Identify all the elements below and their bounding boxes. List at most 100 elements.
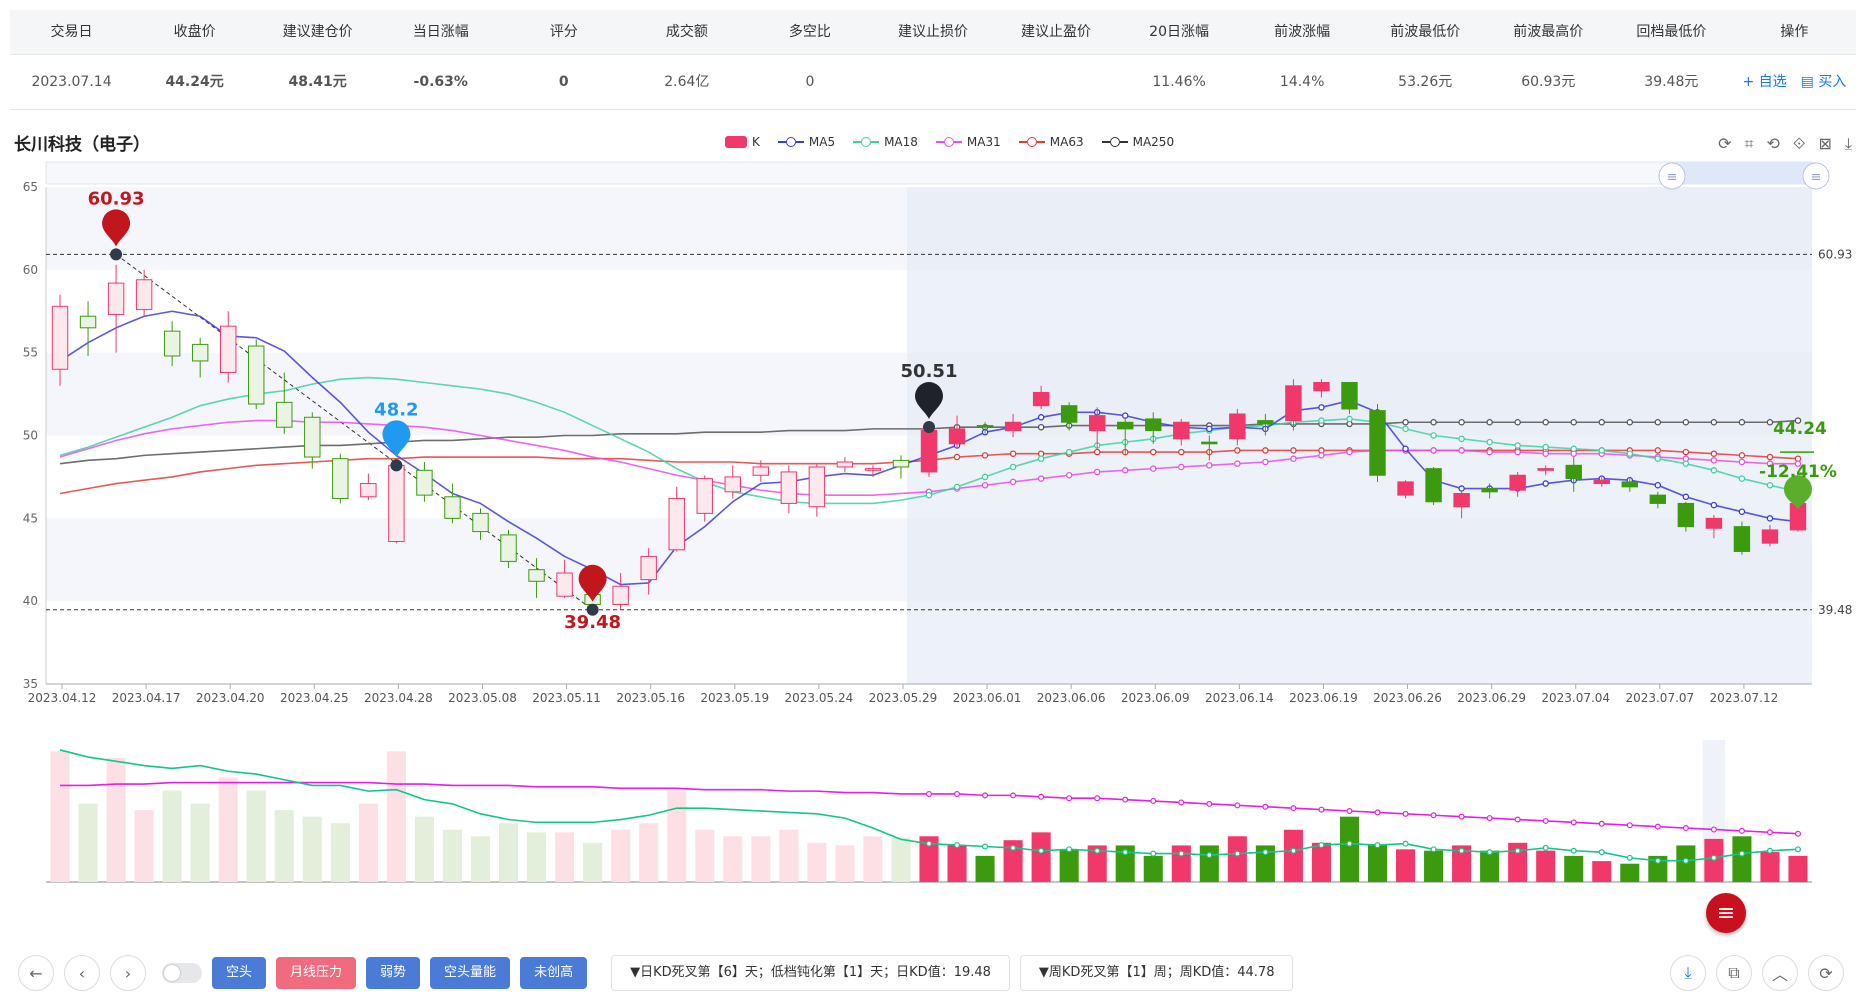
volume-bar [583, 842, 603, 882]
volume-ma-short-point [1766, 847, 1773, 854]
scroll-top-button[interactable]: ︿ [1762, 955, 1798, 991]
ma31-line-point [1458, 447, 1465, 454]
tag-monthly-pressure[interactable]: 月线压力 [276, 957, 357, 989]
candle [892, 459, 910, 468]
candle [1313, 381, 1330, 392]
volume-bar [835, 845, 855, 882]
ma250-line-point [1598, 418, 1606, 426]
copy-button[interactable]: ⧉ [1716, 955, 1752, 991]
candle [51, 305, 69, 370]
ma18-line-point [1766, 481, 1774, 489]
x-tick-label: 2023.06.09 [1121, 691, 1190, 705]
volume-bar [162, 790, 182, 882]
candle [948, 428, 966, 445]
ma18-line-point [925, 491, 933, 499]
volume-ma-long-point [1290, 805, 1297, 812]
download-button[interactable]: ⤓ [1670, 955, 1706, 991]
x-tick-label: 2023.05.11 [532, 691, 601, 705]
candle [1621, 481, 1639, 488]
x-tick-label: 2023.07.12 [1710, 691, 1779, 705]
reload-icon: ⟳ [1819, 963, 1833, 983]
zoom-handle-icon: ≡ [1811, 170, 1822, 185]
x-tick-label: 2023.04.12 [28, 691, 97, 705]
volume-ma-short-point [1794, 846, 1801, 853]
volume-bar [1339, 816, 1360, 882]
volume-ma-long-point [982, 792, 989, 799]
ma63-line-point [1710, 450, 1718, 457]
ma18-line-point [1318, 417, 1325, 424]
volume-ma-long-point [954, 790, 961, 797]
volume-ma-long-point [1794, 830, 1801, 837]
ma31-line-point [1037, 475, 1045, 482]
ma18-line-point [1486, 438, 1493, 446]
ma250-line-point [1626, 418, 1634, 426]
volume-bar [695, 829, 715, 882]
candle [1032, 391, 1050, 407]
ma31-line-point [981, 481, 989, 489]
candle [1537, 468, 1554, 471]
candle [135, 279, 153, 311]
ma5-line-point [1654, 481, 1662, 489]
tag-weak[interactable]: 弱势 [366, 957, 421, 989]
bottom-toolbar: ← ‹ › 空头 月线压力 弱势 空头量能 未创高 ▼日KD死叉第【6】天；低档… [18, 955, 1294, 991]
volume-bar [1620, 863, 1640, 882]
volume-ma-long-point [1710, 826, 1717, 833]
ma5-line-point [1682, 493, 1690, 501]
volume-ma-short-point [1122, 849, 1129, 856]
volume-ma-short-point [1710, 854, 1717, 861]
prev-button[interactable]: ‹ [64, 955, 100, 991]
candlestick-chart[interactable]: 65 60 55 50 45 40 352023.04.12 2023.04.17 2023.0… [0, 0, 1866, 996]
daily-kd-info: ▼日KD死叉第【6】天；低档钝化第【1】天；日KD值：19.48 [611, 955, 1010, 991]
volume-bar [50, 751, 70, 882]
download-icon: ⤓ [1684, 963, 1692, 982]
blue-marker-dot [390, 459, 403, 472]
x-tick-label: 2023.06.06 [1037, 691, 1106, 705]
toggle-switch[interactable] [162, 963, 202, 983]
candle [864, 468, 882, 471]
ma250-line-point [1710, 418, 1718, 426]
ma63-line-point [1766, 453, 1774, 461]
tag-bear[interactable]: 空头 [212, 957, 267, 989]
volume-ma-short-point [1626, 854, 1633, 861]
ma31-line-point [1093, 468, 1101, 476]
volume-ma-short-point [1374, 842, 1381, 849]
candle [1481, 488, 1498, 493]
x-tick-label: 2023.04.28 [364, 691, 433, 705]
ma18-line-point [1626, 450, 1634, 457]
x-tick-label: 2023.07.07 [1625, 691, 1694, 705]
volume-bar [274, 810, 294, 882]
x-tick-label: 2023.05.29 [869, 691, 938, 705]
copy-icon: ⧉ [1728, 963, 1740, 982]
ma250-line-point [1037, 423, 1045, 431]
candle [107, 282, 125, 316]
volume-ma-long-point [1262, 803, 1269, 810]
weekly-kd-info: ▼周KD死叉第【1】周；周KD值：44.78 [1019, 955, 1294, 991]
ma31-line-point [1738, 458, 1746, 466]
candle [724, 476, 741, 493]
volume-ma-long-point [1066, 795, 1073, 802]
menu-fab-button[interactable]: ≡ [1706, 893, 1746, 933]
ma5-line-point [1766, 515, 1774, 522]
volume-ma-long-point [1318, 806, 1325, 813]
volume-ma-long-point [1206, 800, 1213, 807]
volume-ma-long-point [925, 790, 932, 797]
candle [1004, 421, 1022, 432]
volume-ma-short-point [1402, 840, 1409, 847]
candle [1117, 421, 1134, 430]
next-button[interactable]: › [110, 955, 146, 991]
tag-no-new-high[interactable]: 未创高 [520, 957, 588, 989]
volume-ma-short-point [1290, 847, 1297, 854]
ma31-line-point [1514, 448, 1521, 456]
volume-ma-short-point [1178, 850, 1185, 857]
back-button[interactable]: ← [18, 955, 54, 991]
y-tick-label: 45 [23, 511, 38, 525]
reload-button[interactable]: ⟳ [1808, 955, 1844, 991]
last-pct-label: -12.41% [1759, 462, 1837, 482]
candle [191, 343, 209, 362]
level-line-label: 39.48 [1818, 603, 1852, 617]
ma31-line-point [1430, 447, 1437, 454]
chevron-up-icon: ︿ [1771, 965, 1788, 984]
volume-ma-short-point [1318, 842, 1325, 849]
candle [1425, 468, 1442, 503]
tag-bear-volume[interactable]: 空头量能 [430, 957, 511, 989]
